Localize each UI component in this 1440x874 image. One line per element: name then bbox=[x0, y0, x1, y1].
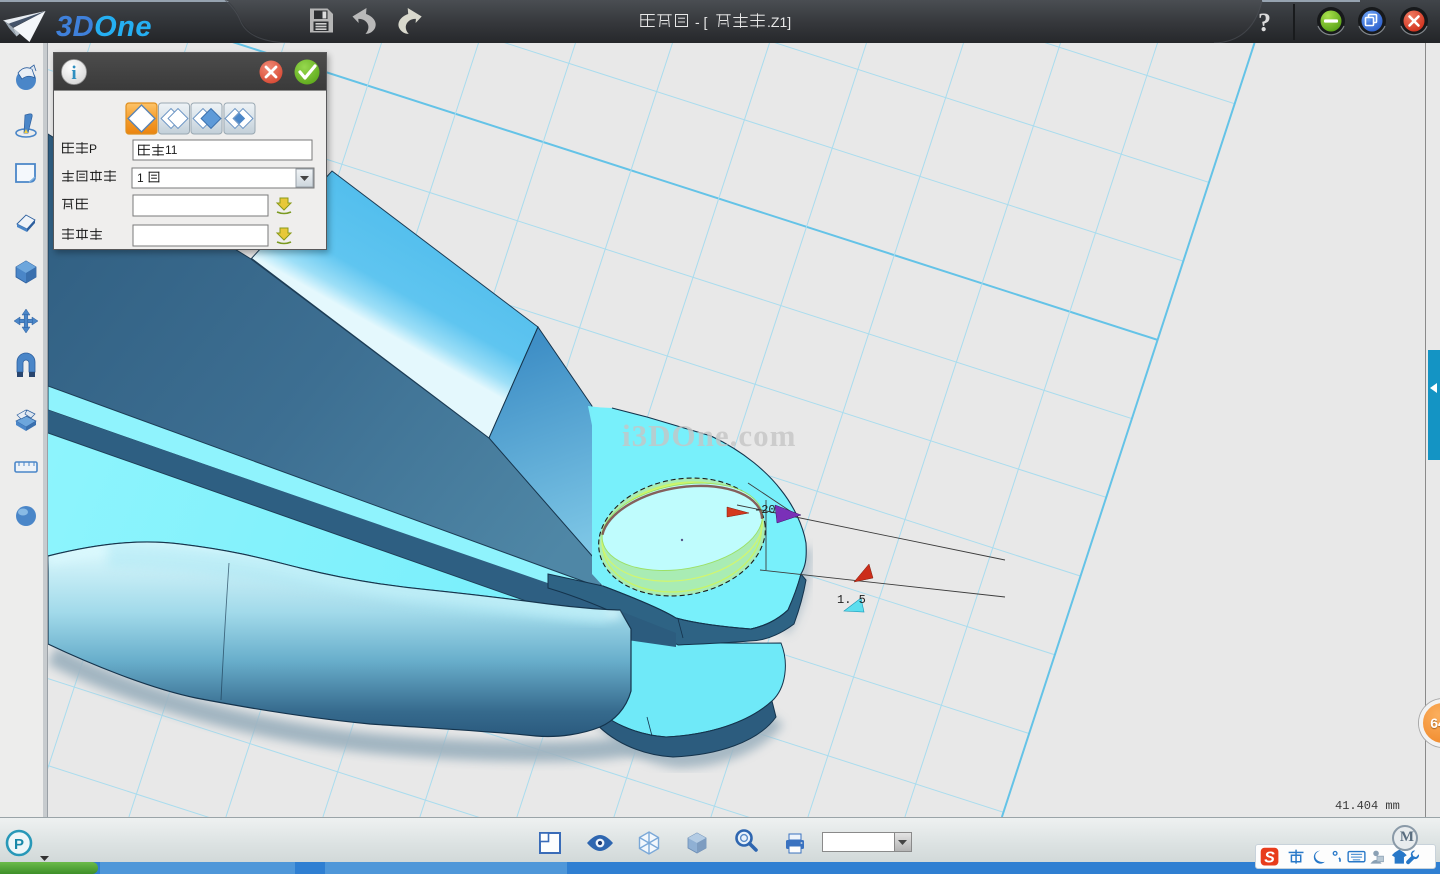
svg-text:- [: - [ bbox=[695, 14, 708, 30]
svg-text:.Z1]: .Z1] bbox=[767, 14, 791, 30]
svg-text:3DOne: 3DOne bbox=[56, 11, 152, 43]
svg-text:i3DOne.com: i3DOne.com bbox=[622, 418, 796, 453]
svg-text:-20: -20 bbox=[754, 503, 776, 517]
svg-text:1: 1 bbox=[137, 171, 144, 185]
svg-text:?: ? bbox=[1258, 8, 1271, 37]
svg-text:1. 5: 1. 5 bbox=[837, 593, 866, 607]
svg-text:P: P bbox=[89, 142, 97, 156]
svg-text:11: 11 bbox=[165, 143, 178, 157]
svg-text:S: S bbox=[1264, 850, 1275, 867]
